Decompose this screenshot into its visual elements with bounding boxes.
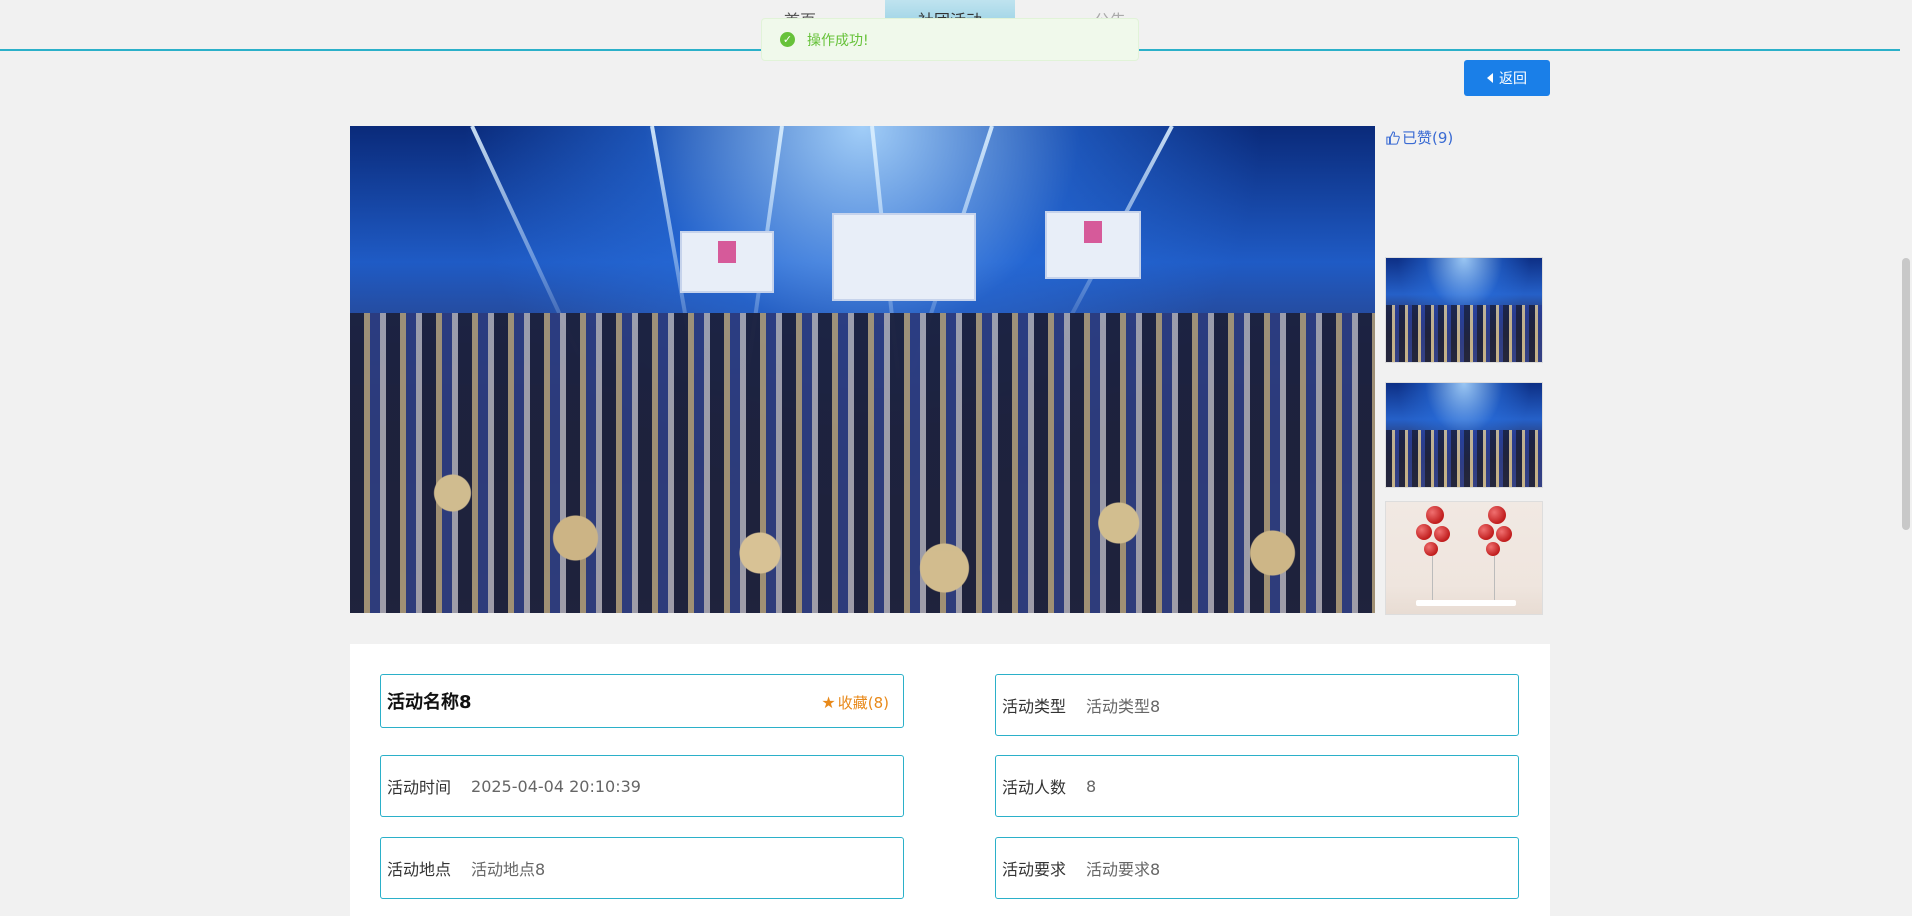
activity-type-value: 活动类型8 (1086, 697, 1161, 716)
activity-type-label: 活动类型 (1002, 697, 1067, 716)
toast-message: 操作成功! (807, 32, 869, 49)
caret-left-icon (1487, 73, 1493, 83)
favorite-label: 收藏(8) (837, 694, 889, 712)
star-icon: ★ (821, 693, 836, 712)
activity-count-value: 8 (1086, 776, 1097, 796)
activity-name-field: 活动名称8 ★ 收藏(8) (380, 674, 904, 728)
activity-requirement-value: 活动要求8 (1086, 860, 1161, 879)
thumbnail-3[interactable] (1385, 501, 1543, 615)
activity-name: 活动名称8 (387, 692, 472, 713)
page-scrollbar[interactable] (1900, 0, 1912, 916)
like-button[interactable]: 已赞(9) (1386, 127, 1453, 148)
activity-requirement-label: 活动要求 (1002, 860, 1067, 879)
thumbnail-2[interactable] (1385, 382, 1543, 488)
favorite-button[interactable]: ★ 收藏(8) (821, 692, 889, 713)
activity-type-field: 活动类型 活动类型8 (995, 674, 1519, 736)
activity-info-card: 活动名称8 ★ 收藏(8) 活动类型 活动类型8 活动时间 2025-04-04… (350, 644, 1550, 916)
main-event-image (350, 126, 1375, 613)
activity-time-label: 活动时间 (387, 778, 452, 797)
scrollbar-thumb[interactable] (1902, 258, 1910, 530)
activity-time-value: 2025-04-04 20:10:39 (471, 776, 641, 796)
activity-requirement-field: 活动要求 活动要求8 (995, 837, 1519, 899)
back-button-label: 返回 (1499, 71, 1527, 87)
activity-count-field: 活动人数 8 (995, 755, 1519, 817)
activity-location-value: 活动地点8 (471, 860, 546, 879)
check-circle-icon: ✓ (780, 32, 795, 47)
success-toast: ✓ 操作成功! (761, 18, 1139, 61)
back-button[interactable]: 返回 (1464, 60, 1550, 96)
activity-location-label: 活动地点 (387, 860, 452, 879)
activity-count-label: 活动人数 (1002, 778, 1067, 797)
thumbs-up-icon (1386, 130, 1400, 145)
activity-time-field: 活动时间 2025-04-04 20:10:39 (380, 755, 904, 817)
activity-location-field: 活动地点 活动地点8 (380, 837, 904, 899)
thumbnail-1[interactable] (1385, 257, 1543, 363)
like-label: 已赞(9) (1402, 129, 1454, 147)
